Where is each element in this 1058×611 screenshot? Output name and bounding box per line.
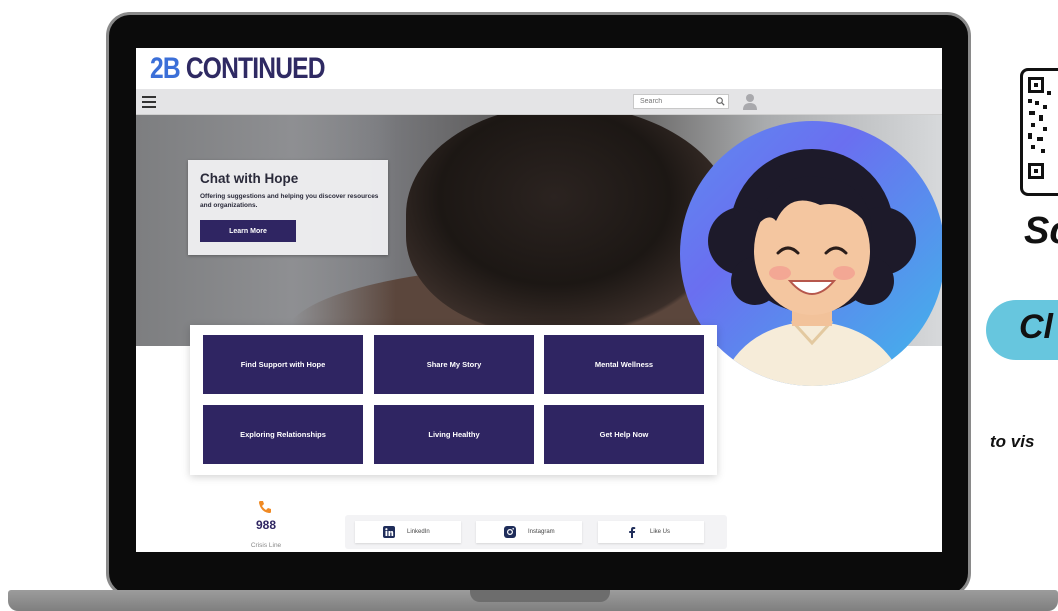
facebook-link[interactable]: Like Us bbox=[598, 521, 704, 543]
tile-living-healthy[interactable]: Living Healthy bbox=[374, 405, 534, 464]
phone-icon bbox=[259, 501, 271, 513]
search-icon[interactable] bbox=[715, 96, 726, 107]
search-box bbox=[633, 94, 729, 109]
topic-tiles: Find Support with Hope Share My Story Me… bbox=[190, 325, 717, 475]
linkedin-icon bbox=[383, 526, 395, 538]
laptop-screen: 2B CONTINUED Chat with Hope Offering sug… bbox=[136, 48, 942, 552]
promo-click-text: Cl bbox=[1019, 308, 1053, 346]
learn-more-button[interactable]: Learn More bbox=[200, 220, 296, 242]
tile-exploring-relationships[interactable]: Exploring Relationships bbox=[203, 405, 363, 464]
hero-card: Chat with Hope Offering suggestions and … bbox=[188, 160, 388, 255]
linkedin-link[interactable]: LinkedIn bbox=[355, 521, 461, 543]
tile-mental-wellness[interactable]: Mental Wellness bbox=[544, 335, 704, 394]
logo-continued: CONTINUED bbox=[185, 52, 326, 85]
hope-avatar-illustration bbox=[708, 149, 916, 386]
user-icon[interactable] bbox=[742, 93, 758, 110]
hero-title: Chat with Hope bbox=[200, 171, 299, 186]
instagram-label: Instagram bbox=[528, 529, 555, 535]
facebook-label: Like Us bbox=[650, 529, 671, 535]
tile-share-story[interactable]: Share My Story bbox=[374, 335, 534, 394]
site-logo[interactable]: 2B CONTINUED bbox=[150, 52, 326, 86]
hope-avatar bbox=[680, 121, 942, 386]
tile-get-help-now[interactable]: Get Help Now bbox=[544, 405, 704, 464]
promo-scan-text: Sc bbox=[1024, 210, 1058, 252]
promo-visit-text: to vis bbox=[990, 432, 1035, 451]
crisis-number[interactable]: 988 bbox=[250, 518, 282, 532]
search-input[interactable] bbox=[634, 95, 710, 107]
facebook-icon bbox=[629, 527, 636, 538]
tile-find-support[interactable]: Find Support with Hope bbox=[203, 335, 363, 394]
linkedin-label: LinkedIn bbox=[407, 529, 430, 535]
menu-icon[interactable] bbox=[142, 96, 156, 108]
hero-subtitle: Offering suggestions and helping you dis… bbox=[200, 193, 379, 209]
navbar bbox=[136, 89, 942, 115]
logo-2b: 2B bbox=[150, 52, 181, 85]
instagram-icon bbox=[504, 526, 516, 538]
qr-code-pattern bbox=[1028, 77, 1051, 179]
instagram-link[interactable]: Instagram bbox=[476, 521, 582, 543]
qr-code[interactable] bbox=[1020, 68, 1058, 196]
crisis-label: Crisis Line bbox=[250, 542, 282, 549]
laptop-notch bbox=[470, 590, 610, 602]
